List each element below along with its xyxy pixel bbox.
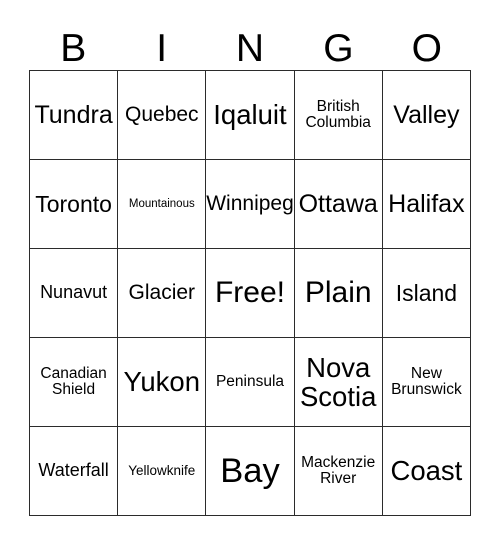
bingo-cell[interactable]: Tundra [30, 71, 119, 160]
bingo-header-row: B I N G O [29, 14, 471, 70]
bingo-cell[interactable]: Island [382, 249, 471, 338]
bingo-cell-label: New Brunswick [391, 364, 462, 398]
bingo-cell[interactable]: Valley [382, 71, 471, 160]
bingo-cell-label: British Columbia [305, 97, 371, 131]
bingo-cell-label: Tundra [34, 100, 113, 129]
bingo-cell[interactable]: Ottawa [294, 160, 383, 249]
bingo-cell[interactable]: Yukon [118, 338, 207, 427]
bingo-cell-free[interactable]: Free! [206, 249, 295, 338]
bingo-cell[interactable]: Coast [382, 427, 471, 516]
bingo-header-letter-b: B [60, 27, 87, 70]
bingo-cell-label: Free! [214, 276, 285, 310]
bingo-cell[interactable]: Mackenzie River [294, 427, 383, 516]
bingo-header-letter-i: I [156, 27, 168, 70]
bingo-cell-label: Plain [304, 276, 372, 310]
bingo-cell-label: Coast [390, 455, 463, 487]
bingo-cell-label: Island [395, 279, 458, 306]
bingo-header-letter-o: O [411, 27, 442, 70]
bingo-cell[interactable]: British Columbia [294, 71, 383, 160]
bingo-cell-label: Nova Scotia [299, 351, 377, 412]
bingo-cell-label: Iqaluit [213, 99, 287, 131]
bingo-cell[interactable]: Winnipeg [206, 160, 295, 249]
bingo-cell[interactable]: Halifax [382, 160, 471, 249]
bingo-cell[interactable]: Bay [206, 427, 295, 516]
bingo-cell-label: Canadian Shield [40, 364, 107, 398]
bingo-cell[interactable]: New Brunswick [382, 338, 471, 427]
bingo-cell-label: Mackenzie River [301, 453, 376, 487]
bingo-cell-label: Toronto [35, 190, 112, 217]
bingo-cell[interactable]: Nunavut [30, 249, 119, 338]
bingo-cell-label: Peninsula [215, 372, 285, 390]
bingo-card: B I N G O Tundra Quebec Iqaluit British Col… [0, 0, 500, 544]
bingo-cell-label: Halifax [388, 189, 465, 218]
bingo-header-letter-g: G [323, 27, 354, 70]
bingo-cell[interactable]: Peninsula [206, 338, 295, 427]
bingo-grid: Tundra Quebec Iqaluit British Columbia Valle… [29, 70, 471, 516]
bingo-cell[interactable]: Canadian Shield [30, 338, 119, 427]
bingo-cell-label: Glacier [128, 280, 196, 304]
bingo-cell-label: Valley [393, 100, 460, 129]
bingo-cell-label: Yukon [123, 366, 201, 398]
bingo-cell-label: Winnipeg [206, 191, 294, 215]
bingo-cell[interactable]: Waterfall [30, 427, 119, 516]
bingo-cell-label: Mountainous [128, 197, 195, 210]
bingo-cell-label: Nunavut [40, 282, 108, 303]
bingo-cell-label: Quebec [125, 102, 199, 126]
bingo-cell-label: Yellowknife [128, 462, 196, 478]
bingo-cell[interactable]: Plain [294, 249, 383, 338]
bingo-cell-label: Waterfall [38, 460, 109, 481]
bingo-header-letter-n: N [235, 27, 265, 70]
bingo-cell[interactable]: Mountainous [118, 160, 207, 249]
bingo-cell[interactable]: Toronto [30, 160, 119, 249]
bingo-cell-label: Bay [220, 451, 280, 490]
bingo-cell[interactable]: Quebec [118, 71, 207, 160]
bingo-cell[interactable]: Glacier [118, 249, 207, 338]
bingo-cell[interactable]: Yellowknife [118, 427, 207, 516]
bingo-cell[interactable]: Nova Scotia [294, 338, 383, 427]
bingo-cell[interactable]: Iqaluit [206, 71, 295, 160]
bingo-cell-label: Ottawa [298, 189, 378, 218]
